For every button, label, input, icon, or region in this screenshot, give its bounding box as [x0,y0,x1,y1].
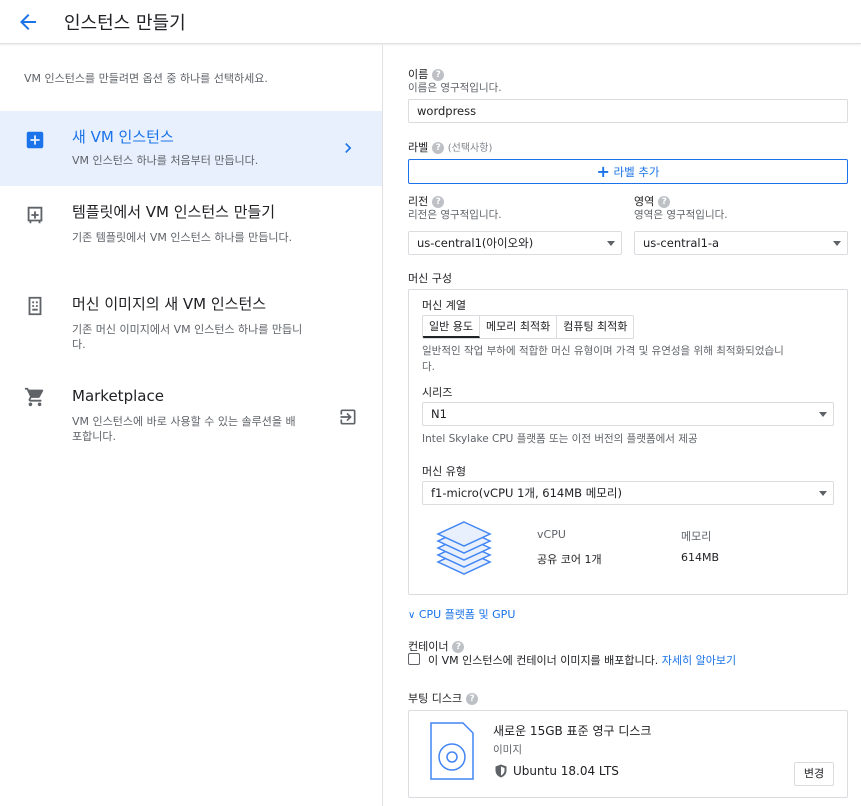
option-title: 새 VM 인스턴스 [72,128,174,146]
template-add-icon [27,206,43,224]
region-value: us-central1(아이오와) [417,236,534,250]
cpu-platform-gpu-text: CPU 플랫폼 및 GPU [418,608,516,621]
tab-general-purpose[interactable]: 일반 용도 [423,316,480,338]
tab-memory-optimized[interactable]: 메모리 최적화 [480,316,558,338]
optional-hint: (선택사항) [447,143,493,154]
machine-image-icon [28,296,42,316]
container-checkbox-text: 이 VM 인스턴스에 컨테이너 이미지를 배포합니다. 자세히 알아보기 [428,652,736,668]
open-external-icon [340,409,356,425]
name-input[interactable]: wordpress [408,99,848,123]
boot-disk-label: 부팅 디스크? [408,690,479,706]
zone-value: us-central1-a [643,236,720,250]
zone-select[interactable]: us-central1-a [634,231,848,255]
option-marketplace[interactable]: Marketplace VM 인스턴스에 바로 사용할 수 있는 솔루션을 배포… [0,378,382,458]
back-arrow-icon[interactable] [16,10,40,34]
option-desc: 기존 템플릿에서 VM 인스턴스 하나를 만듭니다. [72,231,293,244]
machine-type-value: f1-micro(vCPU 1개, 614MB 메모리) [431,486,622,500]
shopping-cart-icon [24,387,44,407]
chevron-right-icon [345,143,352,153]
option-from-template[interactable]: 템플릿에서 VM 인스턴스 만들기 기존 템플릿에서 VM 인스턴스 하나를 만… [0,192,382,272]
machine-config-card: 머신 계열 일반 용도 메모리 최적화 컴퓨팅 최적화 일반적인 작업 부하에 … [408,289,848,595]
region-select[interactable]: us-central1(아이오와) [408,231,622,255]
expand-more-icon: ∨ [408,610,416,621]
instance-form: 이름? 이름은 영구적입니다. wordpress 라벨? (선택사항) + 라… [384,45,861,806]
disk-icon [430,722,474,780]
boot-disk-image-value: Ubuntu 18.04 LTS [513,764,619,778]
zone-sub: 영역은 영구적입니다. [634,209,728,221]
machine-config-label: 머신 구성 [408,272,452,285]
creation-options-panel: VM 인스턴스를 만들려면 옵션 중 하나를 선택하세요. 새 VM 인스턴스 … [0,45,383,806]
help-icon[interactable]: ? [432,142,445,154]
dropdown-arrow-icon [833,241,841,246]
option-title: 템플릿에서 VM 인스턴스 만들기 [72,203,276,221]
memory-header: 메모리 [681,530,712,543]
series-select[interactable]: N1 [422,402,834,426]
option-desc: VM 인스턴스 하나를 처음부터 만듭니다. [72,154,259,167]
option-new-vm-instance[interactable]: 새 VM 인스턴스 VM 인스턴스 하나를 처음부터 만듭니다. [0,111,382,186]
add-label-text: 라벨 추가 [613,165,660,179]
vcpu-value: 공유 코어 1개 [537,553,602,566]
series-label: 시리즈 [422,386,453,399]
cpu-platform-gpu-link[interactable]: ∨ CPU 플랫폼 및 GPU [408,606,515,622]
dropdown-arrow-icon [819,412,827,417]
add-label-button[interactable]: + 라벨 추가 [408,159,848,184]
machine-family-label: 머신 계열 [422,299,466,312]
boot-disk-title: 새로운 15GB 표준 영구 디스크 [493,724,652,738]
option-title: 머신 이미지의 새 VM 인스턴스 [72,295,267,313]
change-boot-disk-button[interactable]: 변경 [794,762,834,786]
machine-family-tabs: 일반 용도 메모리 최적화 컴퓨팅 최적화 [422,315,635,339]
boot-disk-card: 새로운 15GB 표준 영구 디스크 이미지 Ubuntu 18.04 LTS … [408,710,848,798]
dropdown-arrow-icon [819,491,827,496]
boot-disk-image-label: 이미지 [493,744,522,756]
series-value: N1 [431,407,447,421]
option-title: Marketplace [72,387,164,405]
series-desc: Intel Skylake CPU 플랫폼 또는 이전 버전의 플랫폼에서 제공 [422,433,698,445]
vcpu-header: vCPU [537,528,566,541]
name-sub: 이름은 영구적입니다. [408,82,502,94]
family-desc-line1: 일반적인 작업 부하에 적합한 머신 유형이며 가격 및 유연성을 위해 최적화… [422,345,784,357]
help-icon[interactable]: ? [466,693,479,705]
option-desc: 기존 머신 이미지에서 VM 인스턴스 하나를 만듭니다. [72,323,303,351]
learn-more-link[interactable]: 자세히 알아보기 [662,654,736,667]
deploy-container-checkbox[interactable] [408,653,420,665]
family-desc-line2: 다. [422,361,435,373]
plus-icon: + [596,162,610,181]
dropdown-arrow-icon [607,241,615,246]
page-title: 인스턴스 만들기 [64,13,186,34]
tab-compute-optimized[interactable]: 컴퓨팅 최적화 [557,316,633,338]
labels-label: 라벨? (선택사항) [408,139,492,155]
container-checkbox-label: 이 VM 인스턴스에 컨테이너 이미지를 배포합니다. [428,654,659,667]
add-box-icon [26,131,44,149]
machine-type-select[interactable]: f1-micro(vCPU 1개, 614MB 메모리) [422,481,834,505]
intro-text: VM 인스턴스를 만들려면 옵션 중 하나를 선택하세요. [24,72,268,85]
machine-type-label: 머신 유형 [422,465,466,478]
page-header: 인스턴스 만들기 [0,0,861,44]
option-desc: VM 인스턴스에 바로 사용할 수 있는 솔루션을 배포합니다. [72,415,296,443]
shield-icon [495,764,507,778]
region-sub: 리전은 영구적입니다. [408,209,502,221]
memory-value: 614MB [681,551,720,564]
stacked-layers-icon [436,521,492,575]
option-from-machine-image[interactable]: 머신 이미지의 새 VM 인스턴스 기존 머신 이미지에서 VM 인스턴스 하나… [0,285,382,365]
boot-disk-label-text: 부팅 디스크 [408,692,463,705]
labels-label-text: 라벨 [408,141,429,154]
